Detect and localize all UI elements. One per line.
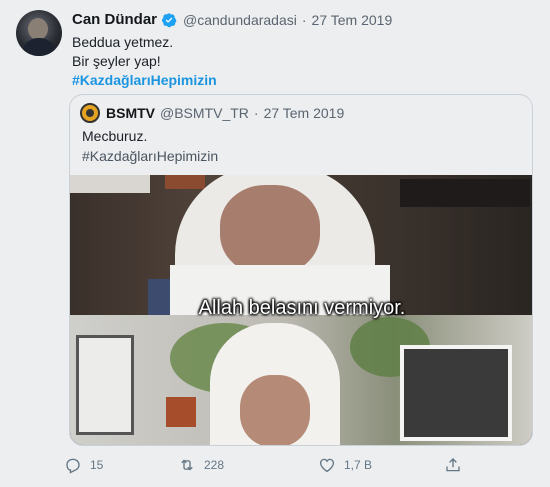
tweet-header: Can Dündar @candundaradasi · 27 Tem 2019 [72, 11, 392, 28]
share-icon [446, 458, 460, 472]
background-cabinet [400, 179, 530, 207]
reply-icon [66, 458, 80, 474]
quoted-author-handle: @BSMTV_TR [160, 105, 249, 121]
avatar-body [22, 38, 56, 56]
background-shelf [70, 175, 150, 193]
quoted-header-separator: · [253, 105, 259, 121]
video-subtitle: Allah belasını vermiyor. [198, 297, 406, 319]
header-separator: · [301, 11, 307, 28]
quoted-hashtag: #KazdağlarıHepimizin [82, 148, 219, 164]
quoted-tweet-date: 27 Tem 2019 [263, 105, 345, 121]
flower-pot [166, 397, 196, 427]
retweet-button[interactable]: 228 [178, 456, 224, 474]
bsmtv-logo-icon [80, 103, 100, 123]
retweet-icon [181, 459, 193, 471]
face-top [220, 185, 320, 275]
author-handle[interactable]: @candundaradasi [183, 12, 297, 28]
quoted-tweet-text: Mecburuz. #KazdağlarıHepimizin [82, 126, 218, 166]
avatar-face [28, 18, 48, 40]
avatar[interactable] [16, 10, 62, 56]
quoted-tweet[interactable]: BSMTV @BSMTV_TR · 27 Tem 2019 Mecburuz. … [69, 94, 533, 446]
verified-badge-icon [161, 12, 177, 28]
reply-count: 15 [90, 458, 104, 472]
wall-picture-left [76, 335, 134, 435]
retweet-count: 228 [204, 458, 225, 472]
wall-picture-right [400, 345, 512, 441]
quoted-tweet-header: BSMTV @BSMTV_TR · 27 Tem 2019 [80, 103, 344, 123]
tweet[interactable]: Can Dündar @candundaradasi · 27 Tem 2019… [0, 0, 550, 487]
share-button[interactable] [444, 456, 470, 474]
video-player[interactable]: Allah belasını vermiyor. [70, 175, 532, 445]
like-button[interactable]: 1,7 B [318, 456, 372, 474]
tweet-date[interactable]: 27 Tem 2019 [312, 12, 393, 28]
tweet-line-2: Bir şeyler yap! [72, 53, 161, 69]
quoted-author-name: BSMTV [106, 105, 155, 121]
tweet-actions: 15 228 1,7 B [64, 456, 484, 476]
heart-icon [319, 458, 335, 473]
tweet-hashtag[interactable]: #KazdağlarıHepimizin [72, 71, 217, 90]
tweet-text: Beddua yetmez. Bir şeyler yap! #Kazdağla… [72, 33, 217, 90]
author-name[interactable]: Can Dündar [72, 11, 157, 28]
background-object [165, 175, 205, 189]
face-bottom [240, 375, 310, 445]
video-frame-top [70, 175, 532, 325]
quoted-text-line: Mecburuz. [82, 128, 148, 144]
reply-button[interactable]: 15 [64, 456, 103, 474]
like-count: 1,7 B [344, 458, 373, 472]
tweet-line-1: Beddua yetmez. [72, 34, 174, 50]
